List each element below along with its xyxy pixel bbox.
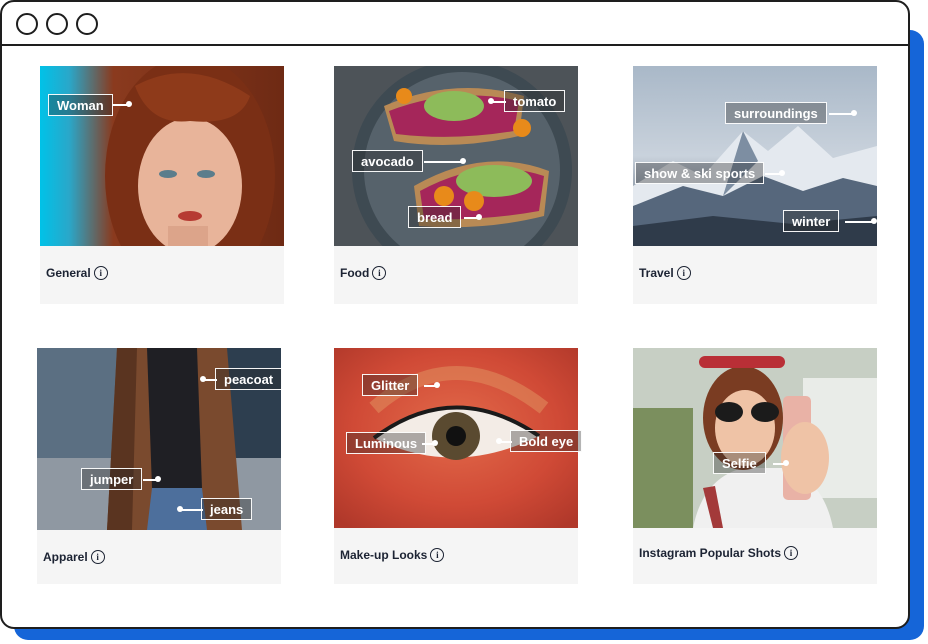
window-minimize-button[interactable] [46, 13, 68, 35]
card-food[interactable]: tomato avocado bread Food i [334, 66, 578, 304]
tag-connector [424, 161, 462, 163]
tag-point [434, 382, 440, 388]
tag-point [200, 376, 206, 382]
card-apparel[interactable]: peacoat jumper jeans Apparel i [37, 348, 283, 584]
tag-glitter: Glitter [362, 374, 419, 396]
info-circle-icon[interactable]: i [784, 546, 799, 560]
tag-point [126, 101, 132, 107]
tag-point [432, 440, 438, 446]
tag-point [496, 438, 502, 444]
caption-text: Instagram Popular Shots [639, 546, 782, 560]
info-circle-icon[interactable]: i [93, 266, 108, 280]
info-circle-icon[interactable]: i [372, 266, 387, 280]
tag-point [488, 98, 494, 104]
caption-text: Apparel [43, 550, 88, 564]
card-caption-makeup: Make-up Looks i [340, 548, 445, 562]
tag-woman: Woman [48, 94, 113, 116]
tag-show-ski-sports: show & ski sports [635, 162, 765, 184]
tag-avocado: avocado [352, 150, 423, 172]
tag-point [871, 218, 877, 224]
tag-luminous: Luminous [346, 432, 427, 454]
card-image-general [40, 66, 284, 246]
card-caption-food: Food i [340, 266, 387, 280]
tag-peacoat: peacoat [215, 368, 283, 390]
tag-point [779, 170, 785, 176]
tag-point [155, 476, 161, 482]
tag-point [460, 158, 466, 164]
caption-text: Make-up Looks [340, 548, 428, 562]
tag-connector [181, 509, 203, 511]
tag-winter: winter [783, 210, 840, 232]
tag-point [783, 460, 789, 466]
card-image-instagram [633, 348, 877, 528]
tag-connector [205, 379, 217, 381]
card-general[interactable]: Woman General i [40, 66, 284, 304]
card-caption-travel: Travel i [639, 266, 691, 280]
card-travel[interactable]: surroundings show & ski sports winter Tr… [633, 66, 877, 304]
tag-point [851, 110, 857, 116]
browser-window: Woman General i tomato avocado bread Foo… [0, 0, 910, 629]
tag-connector [845, 221, 873, 223]
card-instagram[interactable]: Selfie Instagram Popular Shots i [633, 348, 877, 584]
caption-text: Travel [639, 266, 674, 280]
tag-bread: bread [408, 206, 462, 228]
card-caption-apparel: Apparel i [43, 550, 105, 564]
tag-selfie: Selfie [713, 452, 766, 474]
info-circle-icon[interactable]: i [430, 548, 445, 562]
tag-connector [829, 113, 853, 115]
caption-text: General [46, 266, 91, 280]
window-titlebar [2, 2, 908, 46]
tag-bold-eye: Bold eye [510, 430, 583, 452]
tag-jeans: jeans [201, 498, 253, 520]
card-caption-general: General i [46, 266, 108, 280]
tag-tomato: tomato [504, 90, 566, 112]
info-circle-icon[interactable]: i [676, 266, 691, 280]
window-close-button[interactable] [16, 13, 38, 35]
tag-jumper: jumper [81, 468, 143, 490]
tag-point [177, 506, 183, 512]
tag-connector [492, 101, 506, 103]
tag-point [476, 214, 482, 220]
card-makeup[interactable]: Glitter Luminous Bold eye Make-up Looks … [334, 348, 583, 584]
info-circle-icon[interactable]: i [90, 550, 105, 564]
tag-surroundings: surroundings [725, 102, 827, 124]
card-caption-instagram: Instagram Popular Shots i [639, 546, 799, 560]
caption-text: Food [340, 266, 370, 280]
window-maximize-button[interactable] [76, 13, 98, 35]
card-image-travel [633, 66, 877, 246]
